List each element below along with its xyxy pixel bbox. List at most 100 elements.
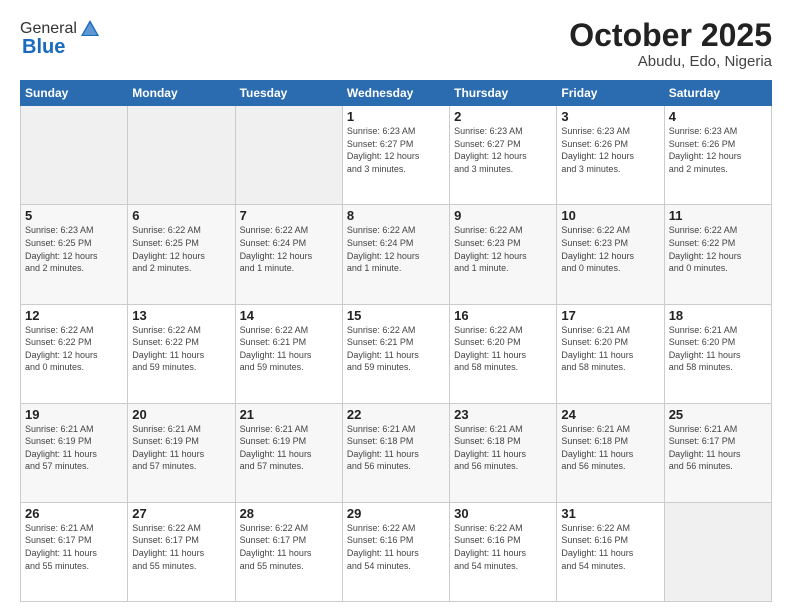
day-number: 12 (25, 308, 123, 323)
day-number: 7 (240, 208, 338, 223)
calendar-cell (235, 106, 342, 205)
day-number: 5 (25, 208, 123, 223)
logo: General Blue (20, 18, 101, 59)
calendar-cell: 30Sunrise: 6:22 AMSunset: 6:16 PMDayligh… (450, 502, 557, 601)
calendar-cell: 20Sunrise: 6:21 AMSunset: 6:19 PMDayligh… (128, 403, 235, 502)
calendar-cell: 7Sunrise: 6:22 AMSunset: 6:24 PMDaylight… (235, 205, 342, 304)
calendar-cell: 27Sunrise: 6:22 AMSunset: 6:17 PMDayligh… (128, 502, 235, 601)
calendar-cell: 14Sunrise: 6:22 AMSunset: 6:21 PMDayligh… (235, 304, 342, 403)
day-number: 23 (454, 407, 552, 422)
day-number: 16 (454, 308, 552, 323)
day-info: Sunrise: 6:21 AMSunset: 6:17 PMDaylight:… (669, 423, 767, 473)
day-number: 19 (25, 407, 123, 422)
calendar-cell: 4Sunrise: 6:23 AMSunset: 6:26 PMDaylight… (664, 106, 771, 205)
calendar-cell: 25Sunrise: 6:21 AMSunset: 6:17 PMDayligh… (664, 403, 771, 502)
day-info: Sunrise: 6:22 AMSunset: 6:17 PMDaylight:… (240, 522, 338, 572)
day-number: 3 (561, 109, 659, 124)
calendar-week-row: 1Sunrise: 6:23 AMSunset: 6:27 PMDaylight… (21, 106, 772, 205)
day-info: Sunrise: 6:23 AMSunset: 6:27 PMDaylight:… (454, 125, 552, 175)
day-info: Sunrise: 6:23 AMSunset: 6:26 PMDaylight:… (561, 125, 659, 175)
day-info: Sunrise: 6:22 AMSunset: 6:24 PMDaylight:… (240, 224, 338, 274)
calendar-header-sunday: Sunday (21, 81, 128, 106)
day-number: 15 (347, 308, 445, 323)
calendar-cell: 16Sunrise: 6:22 AMSunset: 6:20 PMDayligh… (450, 304, 557, 403)
day-info: Sunrise: 6:21 AMSunset: 6:18 PMDaylight:… (347, 423, 445, 473)
calendar-cell: 5Sunrise: 6:23 AMSunset: 6:25 PMDaylight… (21, 205, 128, 304)
day-number: 29 (347, 506, 445, 521)
calendar-cell: 18Sunrise: 6:21 AMSunset: 6:20 PMDayligh… (664, 304, 771, 403)
day-info: Sunrise: 6:23 AMSunset: 6:25 PMDaylight:… (25, 224, 123, 274)
calendar-table: SundayMondayTuesdayWednesdayThursdayFrid… (20, 80, 772, 602)
day-info: Sunrise: 6:21 AMSunset: 6:17 PMDaylight:… (25, 522, 123, 572)
calendar-cell: 29Sunrise: 6:22 AMSunset: 6:16 PMDayligh… (342, 502, 449, 601)
day-info: Sunrise: 6:22 AMSunset: 6:16 PMDaylight:… (561, 522, 659, 572)
calendar-header-saturday: Saturday (664, 81, 771, 106)
day-number: 31 (561, 506, 659, 521)
day-info: Sunrise: 6:21 AMSunset: 6:18 PMDaylight:… (454, 423, 552, 473)
day-number: 26 (25, 506, 123, 521)
calendar-cell: 23Sunrise: 6:21 AMSunset: 6:18 PMDayligh… (450, 403, 557, 502)
day-number: 4 (669, 109, 767, 124)
calendar-cell (664, 502, 771, 601)
calendar-cell (21, 106, 128, 205)
calendar-header-row: SundayMondayTuesdayWednesdayThursdayFrid… (21, 81, 772, 106)
calendar-cell: 28Sunrise: 6:22 AMSunset: 6:17 PMDayligh… (235, 502, 342, 601)
day-number: 25 (669, 407, 767, 422)
day-info: Sunrise: 6:22 AMSunset: 6:21 PMDaylight:… (240, 324, 338, 374)
day-info: Sunrise: 6:22 AMSunset: 6:21 PMDaylight:… (347, 324, 445, 374)
calendar-cell: 21Sunrise: 6:21 AMSunset: 6:19 PMDayligh… (235, 403, 342, 502)
calendar-cell: 1Sunrise: 6:23 AMSunset: 6:27 PMDaylight… (342, 106, 449, 205)
calendar-header-friday: Friday (557, 81, 664, 106)
day-number: 9 (454, 208, 552, 223)
day-number: 6 (132, 208, 230, 223)
day-info: Sunrise: 6:22 AMSunset: 6:22 PMDaylight:… (25, 324, 123, 374)
day-info: Sunrise: 6:21 AMSunset: 6:18 PMDaylight:… (561, 423, 659, 473)
calendar-cell: 17Sunrise: 6:21 AMSunset: 6:20 PMDayligh… (557, 304, 664, 403)
day-number: 20 (132, 407, 230, 422)
calendar-cell: 6Sunrise: 6:22 AMSunset: 6:25 PMDaylight… (128, 205, 235, 304)
day-info: Sunrise: 6:21 AMSunset: 6:19 PMDaylight:… (25, 423, 123, 473)
calendar-cell: 3Sunrise: 6:23 AMSunset: 6:26 PMDaylight… (557, 106, 664, 205)
calendar-cell: 2Sunrise: 6:23 AMSunset: 6:27 PMDaylight… (450, 106, 557, 205)
day-info: Sunrise: 6:22 AMSunset: 6:22 PMDaylight:… (132, 324, 230, 374)
calendar-cell: 26Sunrise: 6:21 AMSunset: 6:17 PMDayligh… (21, 502, 128, 601)
day-number: 1 (347, 109, 445, 124)
day-number: 24 (561, 407, 659, 422)
calendar-cell: 11Sunrise: 6:22 AMSunset: 6:22 PMDayligh… (664, 205, 771, 304)
calendar-header-thursday: Thursday (450, 81, 557, 106)
logo-icon (79, 18, 101, 40)
calendar-cell: 9Sunrise: 6:22 AMSunset: 6:23 PMDaylight… (450, 205, 557, 304)
day-number: 14 (240, 308, 338, 323)
calendar-cell: 24Sunrise: 6:21 AMSunset: 6:18 PMDayligh… (557, 403, 664, 502)
calendar-cell: 19Sunrise: 6:21 AMSunset: 6:19 PMDayligh… (21, 403, 128, 502)
calendar-cell (128, 106, 235, 205)
calendar-week-row: 19Sunrise: 6:21 AMSunset: 6:19 PMDayligh… (21, 403, 772, 502)
calendar-cell: 8Sunrise: 6:22 AMSunset: 6:24 PMDaylight… (342, 205, 449, 304)
day-info: Sunrise: 6:22 AMSunset: 6:17 PMDaylight:… (132, 522, 230, 572)
day-number: 27 (132, 506, 230, 521)
day-number: 2 (454, 109, 552, 124)
day-info: Sunrise: 6:23 AMSunset: 6:27 PMDaylight:… (347, 125, 445, 175)
day-info: Sunrise: 6:22 AMSunset: 6:16 PMDaylight:… (347, 522, 445, 572)
day-info: Sunrise: 6:22 AMSunset: 6:22 PMDaylight:… (669, 224, 767, 274)
day-info: Sunrise: 6:21 AMSunset: 6:20 PMDaylight:… (561, 324, 659, 374)
day-info: Sunrise: 6:22 AMSunset: 6:16 PMDaylight:… (454, 522, 552, 572)
day-info: Sunrise: 6:21 AMSunset: 6:19 PMDaylight:… (132, 423, 230, 473)
calendar-cell: 15Sunrise: 6:22 AMSunset: 6:21 PMDayligh… (342, 304, 449, 403)
day-number: 18 (669, 308, 767, 323)
day-number: 11 (669, 208, 767, 223)
page-title: October 2025 (569, 18, 772, 53)
calendar-week-row: 26Sunrise: 6:21 AMSunset: 6:17 PMDayligh… (21, 502, 772, 601)
day-info: Sunrise: 6:22 AMSunset: 6:20 PMDaylight:… (454, 324, 552, 374)
day-info: Sunrise: 6:22 AMSunset: 6:23 PMDaylight:… (454, 224, 552, 274)
day-info: Sunrise: 6:22 AMSunset: 6:24 PMDaylight:… (347, 224, 445, 274)
calendar-cell: 12Sunrise: 6:22 AMSunset: 6:22 PMDayligh… (21, 304, 128, 403)
header: General Blue October 2025 Abudu, Edo, Ni… (20, 18, 772, 70)
calendar-cell: 13Sunrise: 6:22 AMSunset: 6:22 PMDayligh… (128, 304, 235, 403)
calendar-week-row: 12Sunrise: 6:22 AMSunset: 6:22 PMDayligh… (21, 304, 772, 403)
calendar-header-monday: Monday (128, 81, 235, 106)
calendar-cell: 22Sunrise: 6:21 AMSunset: 6:18 PMDayligh… (342, 403, 449, 502)
day-number: 30 (454, 506, 552, 521)
page-subtitle: Abudu, Edo, Nigeria (569, 53, 772, 70)
day-number: 17 (561, 308, 659, 323)
